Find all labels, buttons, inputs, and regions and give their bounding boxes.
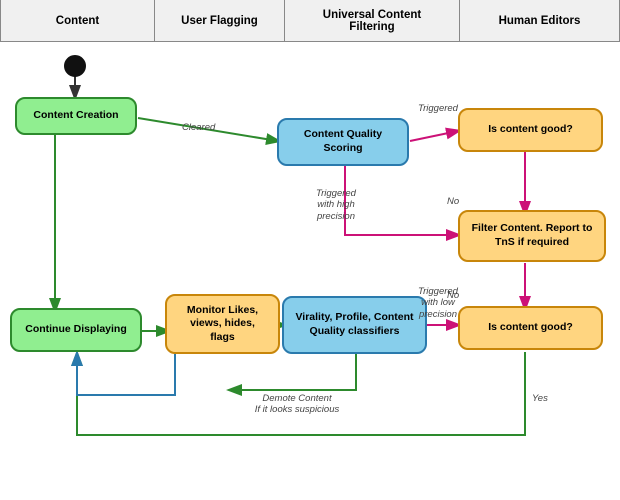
is-content-good-2-node: Is content good? bbox=[458, 306, 603, 350]
no-label-1: No bbox=[447, 196, 459, 207]
continue-displaying-node: Continue Displaying bbox=[10, 308, 142, 352]
triggered-label-1: Triggered bbox=[418, 103, 458, 114]
virality-node: Virality, Profile, ContentQuality classi… bbox=[282, 296, 427, 354]
triggered-low-precision-label: Triggeredwith lowprecision bbox=[413, 286, 463, 320]
demote-content-label: Demote ContentIf it looks suspicious bbox=[242, 393, 352, 416]
cleared-label: Cleared bbox=[182, 122, 215, 133]
start-node bbox=[64, 55, 86, 77]
triggered-high-precision-label: Triggeredwith highprecision bbox=[296, 188, 376, 222]
content-quality-scoring-node: Content Quality Scoring bbox=[277, 118, 409, 166]
monitor-likes-node: Monitor Likes,views, hides,flags bbox=[165, 294, 280, 354]
yes-label: Yes bbox=[532, 393, 548, 404]
diagram: Content User Flagging Universal ContentF… bbox=[0, 0, 620, 500]
content-creation-node: Content Creation bbox=[15, 97, 137, 135]
filter-content-node: Filter Content. Report toTnS if required bbox=[458, 210, 606, 262]
is-content-good-1-node: Is content good? bbox=[458, 108, 603, 152]
